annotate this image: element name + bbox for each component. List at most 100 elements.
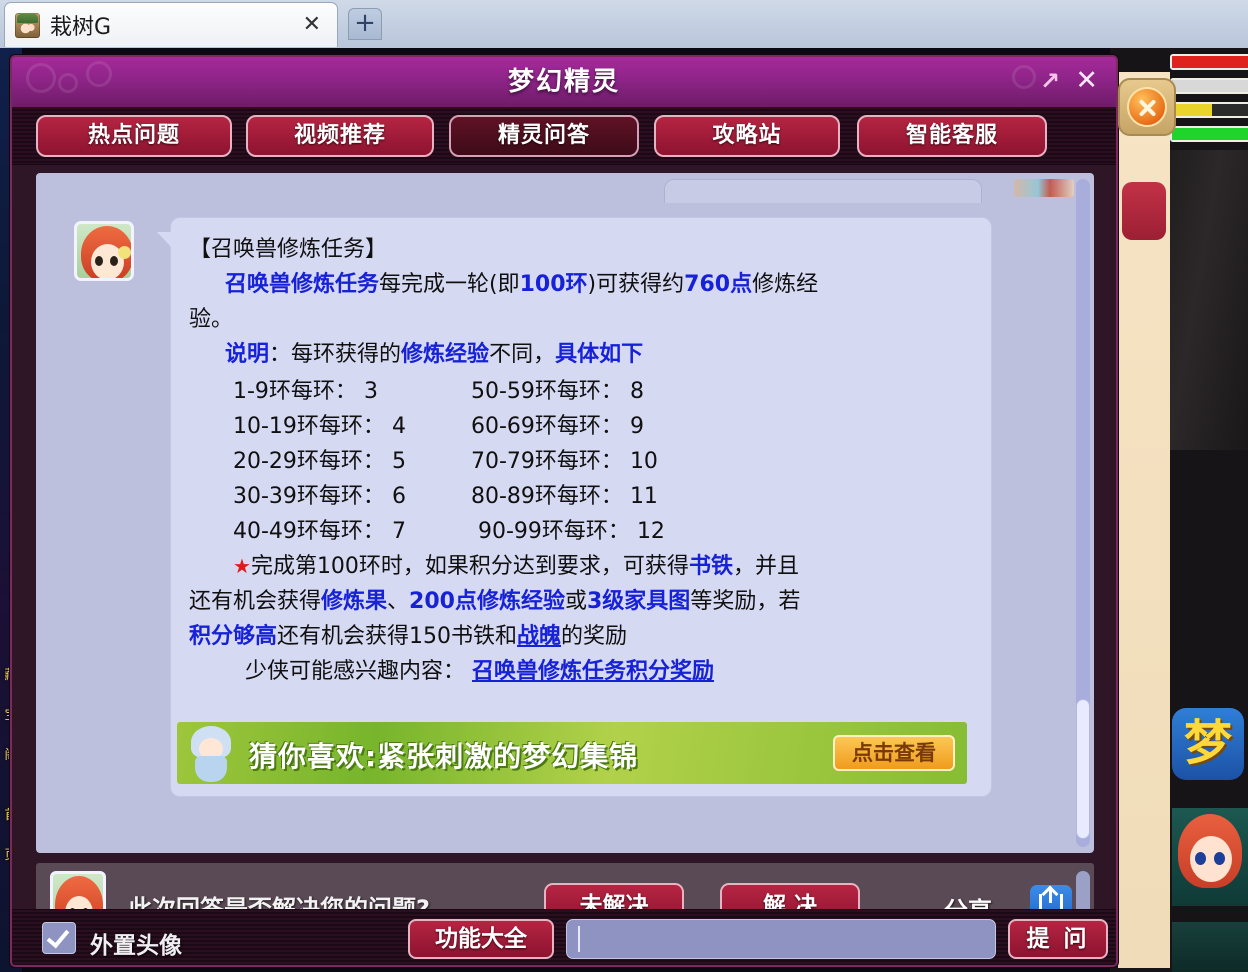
mp-bar — [1170, 78, 1248, 94]
browser-tab[interactable]: 栽树G ✕ — [4, 2, 338, 47]
expand-icon[interactable]: ↗ — [1040, 69, 1060, 93]
explain-tail: 具体如下 — [555, 342, 644, 367]
value-200-exp: 200点修炼经验 — [409, 589, 565, 614]
avatar-eye-right — [110, 256, 118, 266]
table-row: 10-19环每环： 4 60-69环每环： 9 — [189, 409, 973, 444]
ring-value: 5 — [391, 449, 406, 474]
content-scrollbar-thumb[interactable] — [1076, 699, 1090, 839]
answer-heading: 【召唤兽修炼任务】 — [189, 237, 388, 262]
assistant-avatar — [74, 221, 134, 281]
tab-smart-service[interactable]: 智能客服 — [857, 115, 1047, 157]
ring-range: 70-79环每环： — [471, 449, 623, 474]
ring-left-0: 1-9环每环： 3 — [189, 374, 471, 409]
link-shutie[interactable]: 书铁 — [689, 554, 733, 579]
explain-label: 说明 — [225, 342, 270, 367]
reward-text-6: 等奖励，若 — [690, 589, 801, 614]
ring-value: 12 — [636, 519, 665, 544]
question-input[interactable] — [566, 919, 996, 959]
ring-range: 90-99环每环： — [478, 519, 630, 544]
link-score-rewards[interactable]: 召唤兽修炼任务积分奖励 — [472, 659, 714, 684]
bottom-bar: 外置头像 功能大全 提 问 — [12, 909, 1116, 965]
answer-intro: 召唤兽修炼任务每完成一轮(即100环)可获得约760点修炼经 — [189, 267, 973, 302]
tab-title: 栽树G — [50, 15, 112, 40]
ring-value: 3 — [363, 379, 378, 404]
hp-bar — [1170, 54, 1248, 70]
external-avatar-label: 外置头像 — [90, 933, 182, 959]
ring-left-3: 30-39环每环： 6 — [189, 479, 471, 514]
game-scene — [1168, 150, 1248, 450]
intro-text-2: )可获得约 — [587, 272, 685, 297]
value-rounds: 100环 — [519, 272, 588, 297]
meng-app-icon[interactable]: 梦 — [1172, 708, 1244, 780]
ring-range: 10-19环每环： — [233, 414, 385, 439]
external-avatar-checkbox[interactable] — [42, 922, 76, 954]
ring-value: 9 — [629, 414, 644, 439]
explain-text-1: 每环获得的 — [291, 342, 402, 367]
menghuan-jingling-dialog: 梦幻精灵 ↗ ✕ 热点问题 视频推荐 精灵问答 攻略站 智能客服 【召唤兽修炼任… — [10, 55, 1118, 967]
answer-bubble: 【召唤兽修炼任务】 召唤兽修炼任务每完成一轮(即100环)可获得约760点修炼经… — [157, 217, 992, 797]
star-icon: ★ — [233, 554, 251, 578]
ring-value: 6 — [391, 484, 406, 509]
ring-left-4: 40-49环每环： 7 — [189, 514, 471, 549]
dialog-titlebar: 梦幻精灵 ↗ ✕ — [12, 57, 1116, 107]
table-row: 20-29环每环： 5 70-79环每环： 10 — [189, 444, 973, 479]
reward-line-1: ★完成第100环时，如果积分达到要求，可获得书铁，并且 — [189, 549, 973, 584]
answer-intro-tail: 验。 — [189, 307, 234, 332]
table-row: 1-9环每环： 3 50-59环每环： 8 — [189, 374, 973, 409]
portrait-eye-right — [1214, 852, 1225, 865]
banner-text: 猜你喜欢:紧张刺激的梦幻集锦 — [249, 740, 639, 773]
previous-message-bubble — [664, 179, 982, 203]
ring-value: 11 — [629, 484, 658, 509]
ring-left-1: 10-19环每环： 4 — [189, 409, 471, 444]
ring-right-2: 70-79环每环： 10 — [471, 444, 771, 479]
reward-text-7: 还有机会获得150书铁和 — [277, 624, 518, 649]
avatar-bow-icon — [118, 246, 131, 259]
banner-body — [195, 756, 227, 782]
value-exp: 760点 — [684, 272, 753, 297]
tab-video-recommend[interactable]: 视频推荐 — [246, 115, 434, 157]
favicon-icon — [15, 12, 40, 38]
ring-range: 20-29环每环： — [233, 449, 385, 474]
close-icon[interactable]: ✕ — [1075, 67, 1098, 94]
intro-text-3: 修炼经 — [752, 272, 819, 297]
check-icon — [46, 924, 70, 949]
link-zhanpo[interactable]: 战魄 — [517, 624, 561, 649]
close-icon[interactable]: ✕ — [297, 14, 327, 36]
related-line: 少侠可能感兴趣内容： 召唤兽修炼任务积分奖励 — [189, 654, 973, 689]
related-label: 少侠可能感兴趣内容： — [245, 659, 466, 684]
previous-message-avatar — [1014, 179, 1074, 197]
ring-right-3: 80-89环每环： 11 — [471, 479, 771, 514]
ring-range: 60-69环每环： — [471, 414, 623, 439]
link-training-exp[interactable]: 修炼经验 — [401, 342, 489, 367]
game-close-button[interactable] — [1118, 78, 1176, 136]
ask-button[interactable]: 提 问 — [1008, 919, 1108, 959]
explain-text-2: 不同， — [489, 342, 556, 367]
portrait-eye-left — [1195, 852, 1206, 865]
functions-button[interactable]: 功能大全 — [408, 919, 554, 959]
ring-range: 40-49环每环： — [233, 519, 385, 544]
game-red-button[interactable] — [1122, 182, 1166, 240]
ring-value: 10 — [629, 449, 658, 474]
ring-exp-table: 1-9环每环： 3 50-59环每环： 8 10-19环每环： 4 60-69环… — [189, 374, 973, 549]
link-furniture-lv3[interactable]: 3级家具图 — [587, 589, 690, 614]
tab-elf-qa[interactable]: 精灵问答 — [449, 115, 639, 157]
ring-range: 50-59环每环： — [471, 379, 623, 404]
tab-strategy-site[interactable]: 攻略站 — [654, 115, 840, 157]
link-high-score[interactable]: 积分够高 — [189, 624, 277, 649]
reward-text-8: 的奖励 — [561, 624, 628, 649]
tab-hot-questions[interactable]: 热点问题 — [36, 115, 232, 157]
promo-banner[interactable]: 猜你喜欢:紧张刺激的梦幻集锦 点击查看 — [177, 722, 967, 784]
banner-character-icon — [183, 724, 241, 782]
game-inventory-bar — [1172, 922, 1248, 972]
avatar-eye-left — [95, 256, 103, 266]
ring-right-0: 50-59环每环： 8 — [471, 374, 771, 409]
link-training-fruit[interactable]: 修炼果 — [321, 589, 387, 614]
content-scrollbar[interactable] — [1076, 179, 1090, 847]
ring-right-1: 60-69环每环： 9 — [471, 409, 771, 444]
reward-text-3: 还有机会获得 — [189, 589, 322, 614]
dialog-title: 梦幻精灵 — [507, 67, 620, 97]
banner-view-button[interactable]: 点击查看 — [833, 735, 955, 771]
text-caret — [578, 926, 580, 952]
new-tab-button[interactable]: + — [348, 8, 382, 40]
link-summon-training-task[interactable]: 召唤兽修炼任务 — [225, 272, 379, 297]
